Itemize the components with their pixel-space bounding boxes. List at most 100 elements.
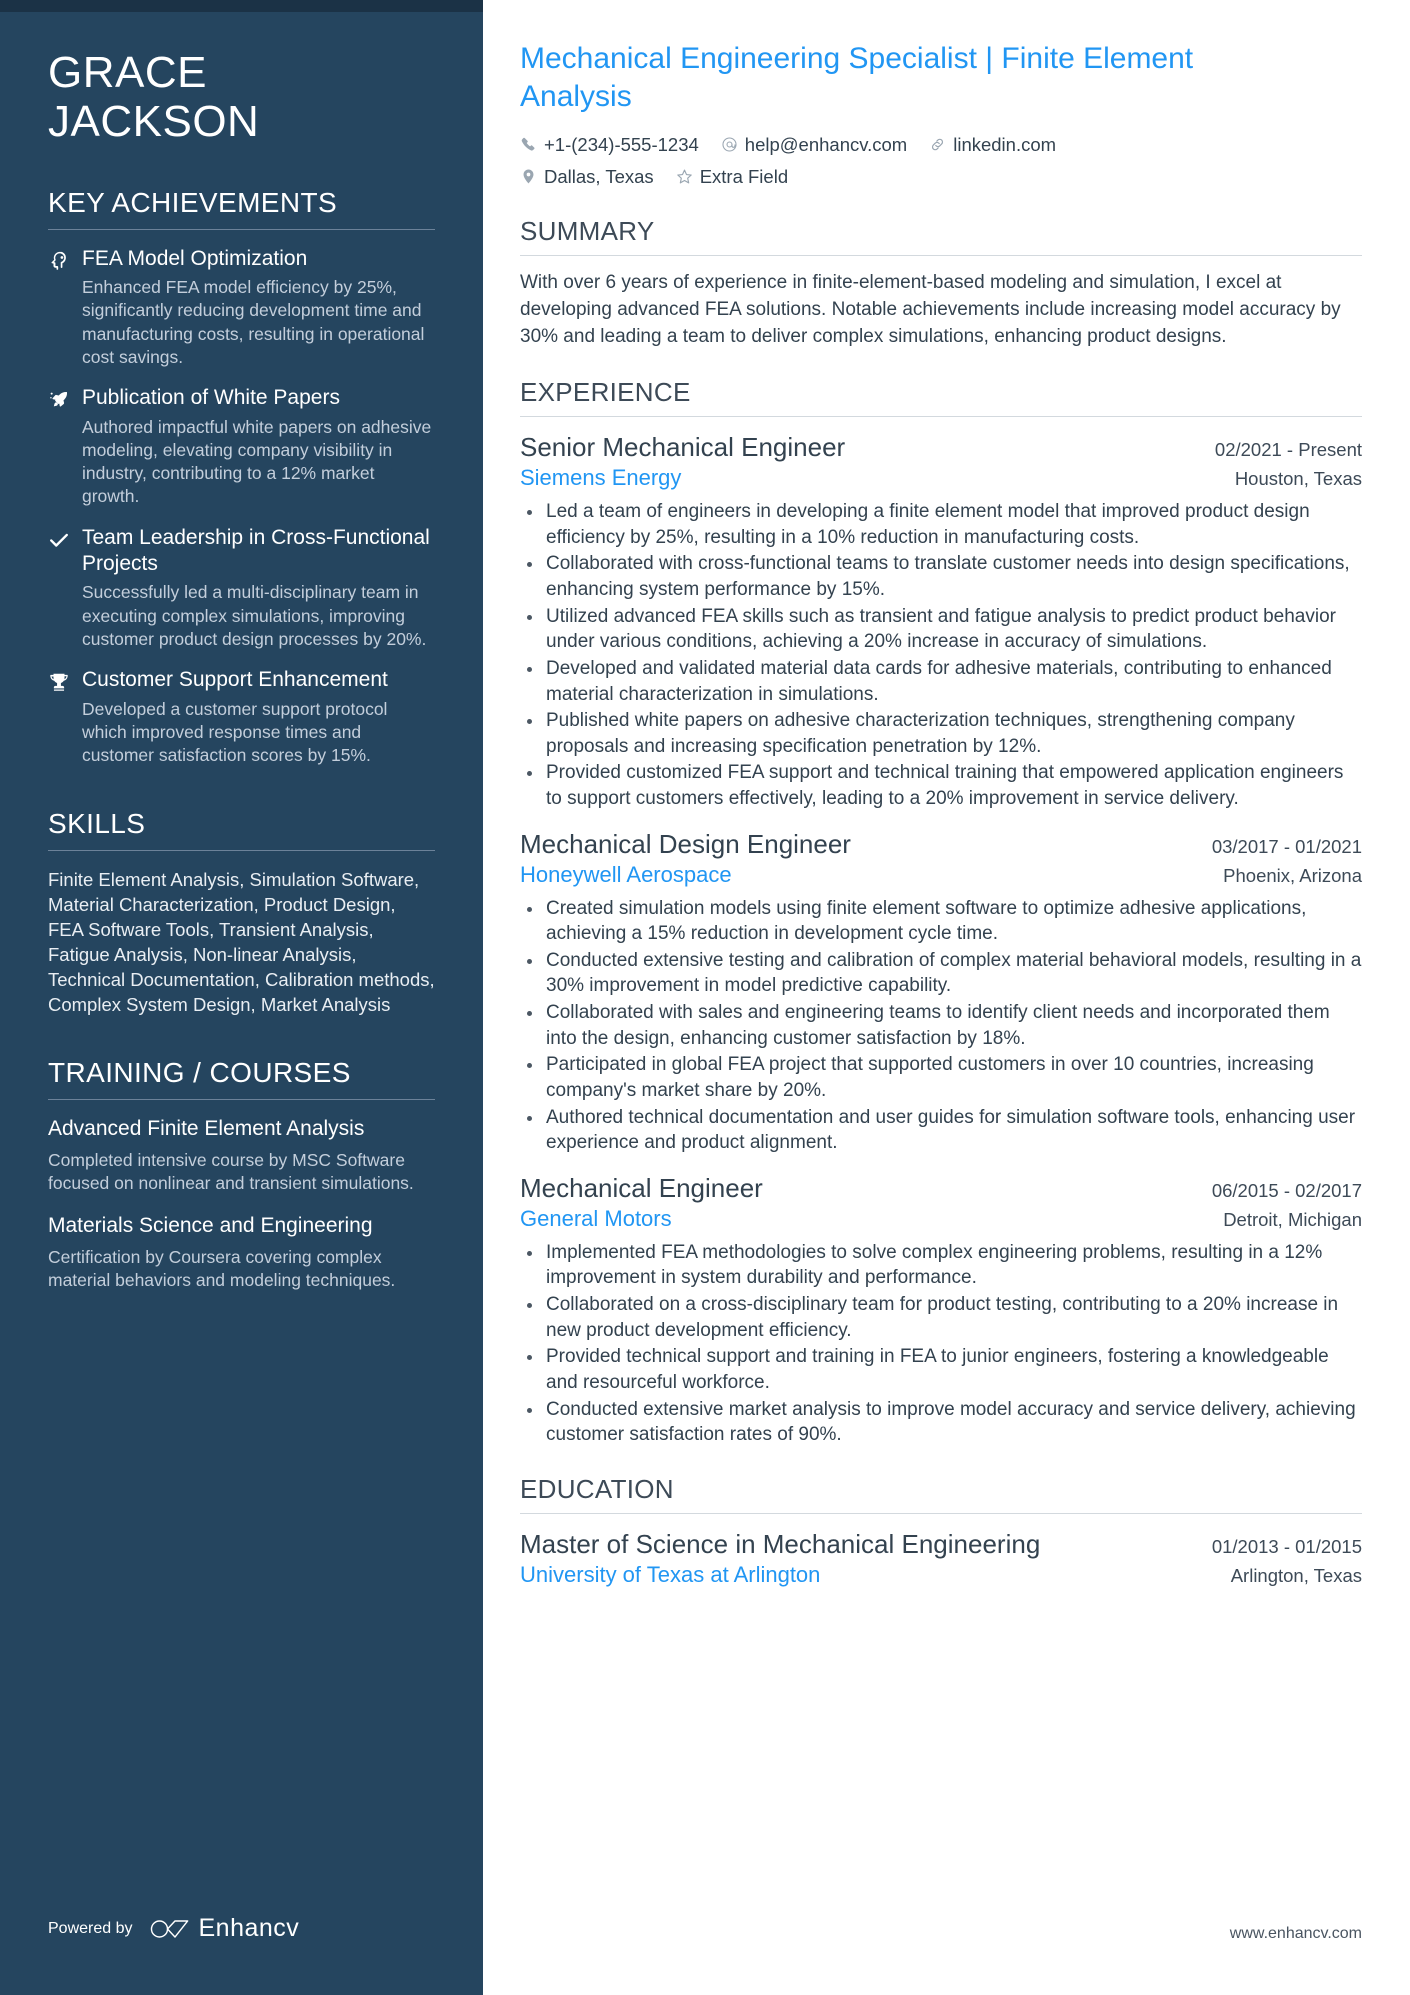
section-key-achievements: KEY ACHIEVEMENTS FEA Model Optimization …	[48, 187, 435, 768]
candidate-first-name: GRACE	[48, 48, 207, 97]
professional-headline: Mechanical Engineering Specialist | Fini…	[520, 42, 1194, 114]
section-title-key-achievements: KEY ACHIEVEMENTS	[48, 186, 338, 218]
divider	[520, 416, 1362, 418]
main-content: Mechanical Engineering Specialist | Fini…	[483, 0, 1410, 1995]
contact-location-value: Dallas, Texas	[544, 165, 654, 187]
location-pin-icon	[520, 168, 537, 185]
divider	[48, 849, 435, 851]
experience-entry: Senior Mechanical Engineer 02/2021 - Pre…	[520, 431, 1362, 812]
course-description: Certification by Coursera covering compl…	[48, 1246, 396, 1291]
contact-extra-field[interactable]: Extra Field	[676, 163, 788, 191]
section-education: EDUCATION Master of Science in Mechanica…	[520, 1474, 1362, 1590]
achievement-description: Developed a customer support protocol wh…	[82, 698, 388, 766]
sidebar-footer: Powered by Enhancv	[48, 1914, 299, 1943]
section-experience: EXPERIENCE Senior Mechanical Engineer 02…	[520, 377, 1362, 1448]
job-bullets: Led a team of engineers in developing a …	[520, 499, 1362, 812]
achievement-title: FEA Model Optimization	[82, 246, 308, 270]
divider	[520, 1512, 1362, 1514]
job-location: Phoenix, Arizona	[1223, 864, 1362, 886]
course-item: Materials Science and Engineering Certif…	[48, 1213, 435, 1292]
check-icon	[48, 525, 82, 652]
divider	[48, 228, 435, 230]
divider	[48, 1099, 435, 1101]
job-bullet: Conducted extensive testing and calibrat…	[520, 948, 1362, 999]
sidebar: GRACE JACKSON KEY ACHIEVEMENTS FEA Model…	[0, 0, 483, 1995]
job-bullet: Created simulation models using finite e…	[520, 896, 1362, 947]
enhancv-wordmark: Enhancv	[198, 1914, 300, 1942]
job-title: Mechanical Design Engineer	[520, 828, 851, 859]
school-location: Arlington, Texas	[1230, 1565, 1362, 1587]
job-dates: 06/2015 - 02/2017	[1211, 1179, 1362, 1201]
achievement-description: Authored impactful white papers on adhes…	[82, 416, 432, 507]
section-training-courses: TRAINING / COURSES Advanced Finite Eleme…	[48, 1057, 435, 1292]
section-summary: SUMMARY With over 6 years of experience …	[520, 216, 1362, 351]
job-title: Mechanical Engineer	[520, 1172, 763, 1203]
contact-row: +1-(234)-555-1234 help@enhancv.com linke…	[520, 131, 1180, 191]
job-title: Senior Mechanical Engineer	[520, 432, 846, 463]
job-bullets: Created simulation models using finite e…	[520, 896, 1362, 1156]
job-bullet: Collaborated with cross-functional teams…	[520, 551, 1362, 602]
job-bullet: Provided technical support and training …	[520, 1344, 1362, 1395]
contact-email[interactable]: help@enhancv.com	[721, 131, 907, 159]
job-bullet: Conducted extensive market analysis to i…	[520, 1397, 1362, 1448]
job-company[interactable]: Siemens Energy	[520, 464, 681, 493]
job-bullet: Participated in global FEA project that …	[520, 1052, 1362, 1103]
achievement-item: FEA Model Optimization Enhanced FEA mode…	[48, 246, 435, 370]
section-skills: SKILLS Finite Element Analysis, Simulati…	[48, 808, 435, 1018]
contact-location[interactable]: Dallas, Texas	[520, 163, 654, 191]
achievement-item: Publication of White Papers Authored imp…	[48, 385, 435, 509]
job-dates: 02/2021 - Present	[1214, 439, 1362, 461]
course-description: Completed intensive course by MSC Softwa…	[48, 1149, 414, 1194]
skills-list: Finite Element Analysis, Simulation Soft…	[48, 868, 435, 1016]
section-title-summary: SUMMARY	[520, 216, 655, 247]
experience-entry: Mechanical Engineer 06/2015 - 02/2017 Ge…	[520, 1172, 1362, 1448]
job-bullet: Utilized advanced FEA skills such as tra…	[520, 604, 1362, 655]
achievement-item: Customer Support Enhancement Developed a…	[48, 667, 435, 767]
job-bullet: Developed and validated material data ca…	[520, 656, 1362, 707]
contact-linkedin-value: linkedin.com	[953, 133, 1057, 155]
head-idea-icon	[48, 246, 82, 370]
job-bullet: Provided customized FEA support and tech…	[520, 760, 1362, 811]
divider	[520, 255, 1362, 257]
job-company[interactable]: General Motors	[520, 1205, 672, 1234]
section-title-education: EDUCATION	[520, 1473, 674, 1504]
rocket-sparkle-icon	[48, 385, 82, 509]
email-icon	[721, 136, 738, 153]
resume-page: GRACE JACKSON KEY ACHIEVEMENTS FEA Model…	[0, 0, 1410, 1995]
job-bullet: Led a team of engineers in developing a …	[520, 499, 1362, 550]
powered-by-label: Powered by	[48, 1919, 133, 1937]
job-location: Houston, Texas	[1234, 468, 1362, 490]
job-bullet: Authored technical documentation and use…	[520, 1105, 1362, 1156]
section-title-training-courses: TRAINING / COURSES	[48, 1057, 351, 1089]
course-item: Advanced Finite Element Analysis Complet…	[48, 1116, 435, 1195]
link-icon	[929, 136, 946, 153]
job-bullet: Published white papers on adhesive chara…	[520, 708, 1362, 759]
job-bullet: Collaborated on a cross-disciplinary tea…	[520, 1292, 1362, 1343]
contact-phone[interactable]: +1-(234)-555-1234	[520, 131, 699, 159]
section-title-experience: EXPERIENCE	[520, 377, 691, 408]
achievement-title: Team Leadership in Cross-Functional Proj…	[82, 525, 430, 576]
achievement-title: Publication of White Papers	[82, 386, 340, 410]
degree-title: Master of Science in Mechanical Engineer…	[520, 1528, 1041, 1559]
summary-text: With over 6 years of experience in finit…	[520, 272, 1341, 348]
job-location: Detroit, Michigan	[1223, 1209, 1362, 1231]
contact-phone-value: +1-(234)-555-1234	[544, 133, 699, 155]
school-name[interactable]: University of Texas at Arlington	[520, 1561, 820, 1590]
enhancv-logo: Enhancv	[149, 1914, 300, 1943]
achievement-title: Customer Support Enhancement	[82, 668, 388, 692]
phone-icon	[520, 136, 537, 153]
job-dates: 03/2017 - 01/2021	[1211, 835, 1362, 857]
contact-extra-field-value: Extra Field	[699, 165, 789, 187]
job-company[interactable]: Honeywell Aerospace	[520, 861, 732, 890]
trophy-icon	[48, 667, 82, 767]
achievement-item: Team Leadership in Cross-Functional Proj…	[48, 525, 435, 652]
experience-entry: Mechanical Design Engineer 03/2017 - 01/…	[520, 828, 1362, 1156]
course-title: Advanced Finite Element Analysis	[48, 1117, 365, 1141]
job-bullet: Collaborated with sales and engineering …	[520, 1000, 1362, 1051]
course-title: Materials Science and Engineering	[48, 1214, 373, 1238]
degree-dates: 01/2013 - 01/2015	[1211, 1535, 1362, 1557]
enhancv-mark-icon	[150, 1919, 188, 1938]
contact-linkedin[interactable]: linkedin.com	[929, 131, 1056, 159]
candidate-last-name: JACKSON	[48, 97, 260, 147]
achievement-description: Successfully led a multi-disciplinary te…	[82, 582, 427, 649]
